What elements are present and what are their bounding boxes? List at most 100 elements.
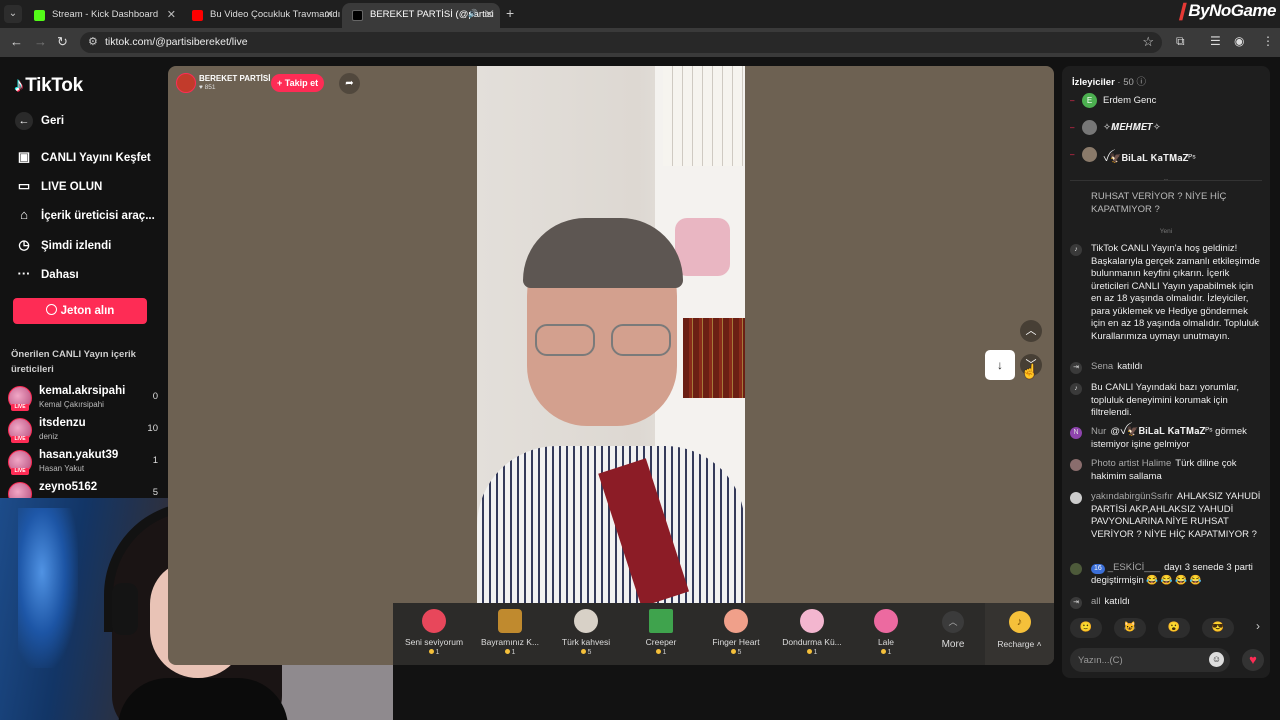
close-tab-icon[interactable]: ✕ bbox=[485, 8, 494, 21]
reload-icon[interactable]: ↻ bbox=[57, 34, 68, 50]
message-username[interactable]: _ESKİCİ___ bbox=[1108, 562, 1160, 573]
emoji-picker-icon[interactable]: ☺ bbox=[1209, 652, 1224, 667]
address-bar[interactable]: ⚙ tiktok.com/@partisibereket/live ☆ bbox=[80, 32, 1162, 53]
gift-name: Finger Heart bbox=[712, 637, 760, 647]
recommended-creator[interactable]: LIVE kemal.akrsipahi Kemal Çakırsipahi 0 bbox=[8, 384, 160, 414]
live-video-stage[interactable]: BEREKET PARTİSİ ♥ 851 + Takip et ➦ ︿ ↓ ﹀… bbox=[168, 66, 1054, 665]
live-badge: LIVE bbox=[11, 404, 29, 411]
message-text: TikTok CANLI Yayın'a hoş geldiniz! Başka… bbox=[1091, 243, 1260, 342]
url-text[interactable]: tiktok.com/@partisibereket/live bbox=[105, 36, 248, 48]
recharge-button[interactable]: ♪ Recharge ˄ bbox=[985, 603, 1054, 665]
message-username[interactable]: Photo artist Halime bbox=[1091, 458, 1171, 469]
glasses bbox=[535, 324, 675, 358]
message-username[interactable]: Sena bbox=[1091, 361, 1113, 372]
emoji-button[interactable]: 😮 bbox=[1158, 618, 1190, 638]
viewers-header[interactable]: İzleyiciler · 50 ⓘ bbox=[1072, 74, 1146, 88]
gift-item[interactable]: Seni seviyorum 1 bbox=[399, 609, 469, 656]
tiktok-live-page: ♪ TikTok ← Geri ▣ CANLI Yayını Keşfet ▭ LIVE… bbox=[0, 57, 1280, 720]
download-icon[interactable]: ↓ bbox=[985, 350, 1015, 380]
avatar: LIVE bbox=[8, 418, 32, 443]
back-arrow-icon[interactable]: ← bbox=[10, 34, 23, 49]
emoji-button[interactable]: 🙂 bbox=[1070, 618, 1102, 638]
back-label: Geri bbox=[41, 115, 65, 127]
help-icon[interactable]: ⓘ bbox=[1136, 77, 1146, 88]
recommended-creator[interactable]: LIVE hasan.yakut39 Hasan Yakut 1 bbox=[8, 448, 160, 478]
gift-price: 1 bbox=[475, 649, 545, 656]
more-icon: ··· bbox=[17, 266, 31, 281]
join-icon: ⇥ bbox=[1070, 362, 1082, 374]
tab-kick-dashboard[interactable]: Stream - Kick Dashboard ✕ bbox=[24, 3, 182, 28]
gift-price: 5 bbox=[551, 649, 621, 656]
recommended-creator[interactable]: LIVE itsdenzu deniz 10 bbox=[8, 416, 160, 446]
bookmark-star-icon[interactable]: ☆ bbox=[1142, 34, 1154, 50]
follow-button[interactable]: + Takip et bbox=[271, 74, 325, 92]
message-username[interactable]: yakındabirgünSsıfır bbox=[1091, 491, 1173, 502]
avatar[interactable]: N bbox=[1070, 427, 1082, 439]
streamer-name[interactable]: BEREKET PARTİSİ bbox=[199, 74, 270, 83]
previous-live-chevron-up-icon[interactable]: ︿ bbox=[1020, 320, 1042, 342]
media-controls-icon[interactable]: ☰ bbox=[1210, 34, 1221, 48]
get-coins-button[interactable]: Jeton alın bbox=[13, 298, 147, 324]
close-tab-icon[interactable]: ✕ bbox=[167, 8, 176, 21]
avatar[interactable] bbox=[1070, 492, 1082, 504]
avatar: E bbox=[1082, 93, 1097, 108]
coin-icon bbox=[45, 304, 57, 315]
chevron-right-icon[interactable]: › bbox=[1256, 619, 1260, 633]
speaker-icon[interactable]: 🔊 bbox=[468, 9, 478, 18]
tab-youtube-video[interactable]: Bu Video Çocukluk Travmamdı ✕ bbox=[182, 3, 340, 28]
site-info-icon[interactable]: ⚙ bbox=[88, 35, 98, 48]
message-username[interactable]: all bbox=[1091, 596, 1101, 607]
tab-tiktok-live[interactable]: BEREKET PARTİSİ (@partisi 🔊 ✕ bbox=[342, 3, 500, 28]
profile-avatar-icon[interactable]: ◉ bbox=[1234, 34, 1244, 48]
browser-menu-icon[interactable]: ⋮ bbox=[1262, 34, 1274, 48]
new-tab-button[interactable]: + bbox=[506, 5, 514, 21]
tiktok-favicon-icon bbox=[352, 10, 363, 21]
gift-price: 1 bbox=[399, 649, 469, 656]
message-username[interactable]: Nur bbox=[1091, 426, 1106, 437]
gift-name: Lale bbox=[877, 637, 895, 647]
close-tab-icon[interactable]: ✕ bbox=[325, 8, 334, 21]
gift-item[interactable]: Finger Heart 5 bbox=[701, 609, 771, 656]
viewer-item[interactable]: – ✧𝑴𝑬𝑯𝑴𝑬𝑻✧ bbox=[1070, 119, 1260, 137]
emoji-button[interactable]: 😺 bbox=[1114, 618, 1146, 638]
logo-text: TikTok bbox=[25, 75, 83, 96]
sidebar-item-more[interactable]: ··· Dahası bbox=[15, 266, 79, 281]
sidebar-item-label: Şimdi izlendi bbox=[41, 240, 112, 252]
viewer-item[interactable]: – E Erdem Genc bbox=[1070, 92, 1260, 110]
sidebar-item-explore-live[interactable]: ▣ CANLI Yayını Keşfet bbox=[15, 149, 151, 165]
extensions-icon[interactable]: ⧉ bbox=[1176, 34, 1185, 49]
creator-username: hasan.yakut39 bbox=[39, 449, 119, 461]
gift-item[interactable]: Türk kahvesi 5 bbox=[551, 609, 621, 656]
tiktok-logo[interactable]: ♪ TikTok bbox=[14, 75, 83, 97]
forward-arrow-icon[interactable]: → bbox=[34, 34, 47, 49]
sidebar-item-label: İçerik üreticisi araç... bbox=[41, 210, 155, 222]
share-icon[interactable]: ➦ bbox=[339, 73, 360, 94]
like-heart-icon[interactable]: ♥ bbox=[1242, 649, 1264, 671]
chat-input[interactable] bbox=[1078, 652, 1208, 668]
gift-item[interactable]: Dondurma Kü... 1 bbox=[777, 609, 847, 656]
emoji-button[interactable]: 😎 bbox=[1202, 618, 1234, 638]
more-gifts-button[interactable]: ︿ More bbox=[938, 611, 968, 650]
rank-dash: – bbox=[1070, 150, 1075, 159]
back-button[interactable]: ← Geri bbox=[15, 112, 64, 130]
avatar[interactable] bbox=[1070, 563, 1082, 575]
kick-favicon-icon bbox=[34, 10, 45, 21]
viewer-item[interactable]: – ꪜ🦅𝐁𝐢𝐋𝐚𝐋 𝐊𝐚𝐓𝐌𝐚𝐙ᴾˢ bbox=[1070, 146, 1260, 164]
new-messages-divider: Yeni bbox=[1159, 228, 1173, 235]
gift-item[interactable]: Bayramınız K... 1 bbox=[475, 609, 545, 656]
sidebar-item-creator-tools[interactable]: ⌂ İçerik üreticisi araç... bbox=[15, 207, 155, 222]
message-text: katıldı bbox=[1117, 361, 1143, 372]
expand-viewers-chevron-icon[interactable]: ⌄ bbox=[1062, 174, 1270, 183]
system-message: ♪ TikTok CANLI Yayın'a hoş geldiniz! Baş… bbox=[1070, 243, 1264, 343]
gift-item[interactable]: Creeper 1 bbox=[626, 609, 696, 656]
rank-dash: – bbox=[1070, 96, 1075, 105]
message-text: katıldı bbox=[1104, 596, 1130, 607]
sidebar-item-history[interactable]: ◷ Şimdi izlendi bbox=[15, 237, 111, 253]
chat-message: yakındabirgünSsıfır AHLAKSIZ YAHUDİ PARTİ… bbox=[1070, 491, 1264, 541]
gift-item[interactable]: Lale 1 bbox=[851, 609, 921, 656]
live-video[interactable] bbox=[477, 66, 745, 603]
tab-search-dropdown[interactable]: ⌄ bbox=[4, 5, 22, 23]
sidebar-item-go-live[interactable]: ▭ LIVE OLUN bbox=[15, 178, 103, 194]
streamer-avatar[interactable] bbox=[176, 73, 196, 93]
avatar[interactable] bbox=[1070, 459, 1082, 471]
